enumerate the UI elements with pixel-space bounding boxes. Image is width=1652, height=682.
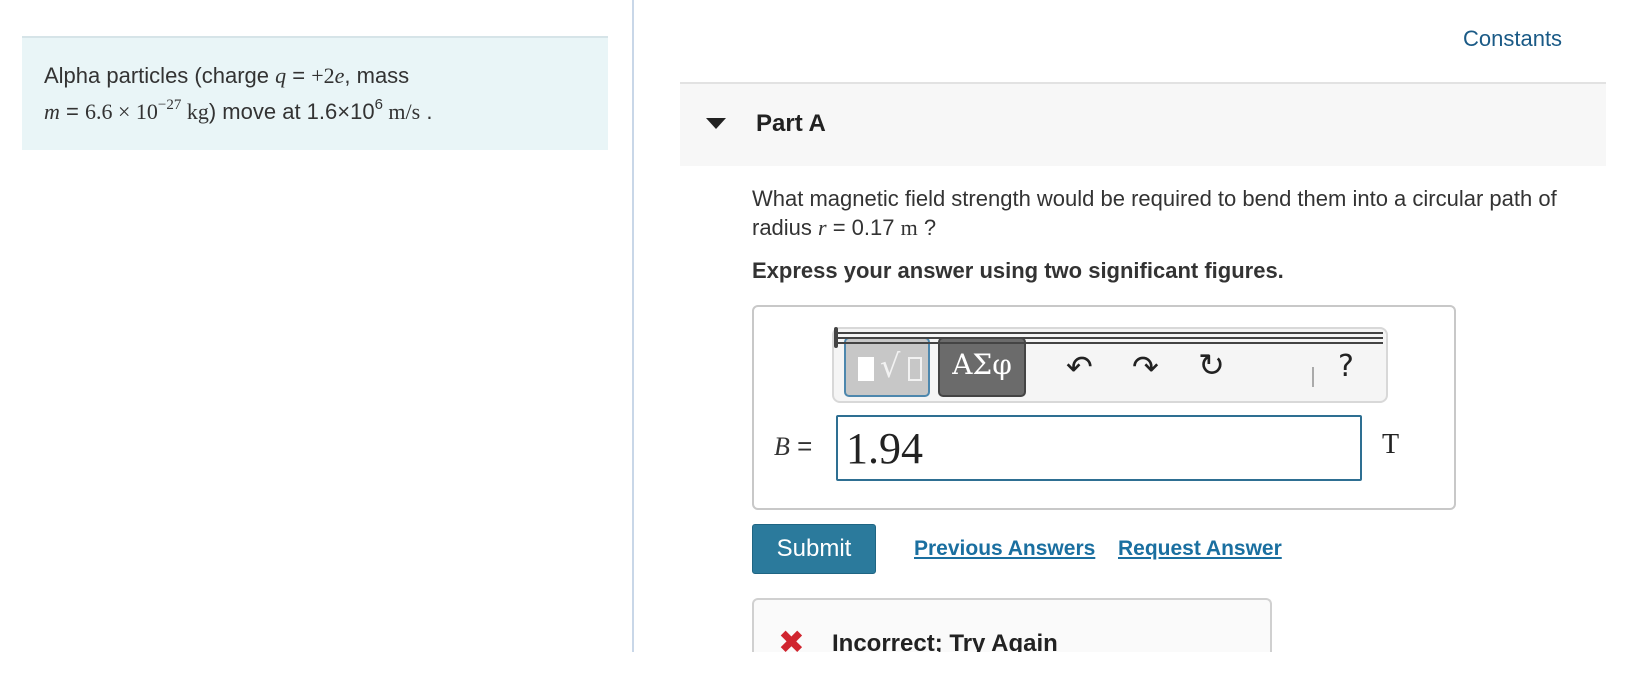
elementary-charge-symbol: e: [334, 63, 345, 88]
constants-link[interactable]: Constants: [1463, 26, 1562, 52]
mass-value: 6.6 × 10: [84, 99, 158, 124]
equals-sign: =: [286, 63, 312, 88]
submit-button[interactable]: Submit: [752, 524, 876, 574]
mass-unit: kg: [181, 99, 209, 124]
answer-variable-label: B =: [774, 431, 812, 462]
radius-unit: m: [900, 215, 918, 240]
mass-exponent: −27: [157, 96, 182, 113]
keyboard-icon[interactable]: [834, 327, 1383, 348]
symbols-button[interactable]: ΑΣφ: [938, 337, 1026, 397]
problem-line-1: Alpha particles (charge q = +2e, mass: [44, 58, 586, 94]
charge-value: +2: [311, 63, 335, 88]
speed-exponent: 6: [374, 95, 383, 113]
answer-input[interactable]: [836, 415, 1362, 481]
problem-text-end: .: [420, 99, 433, 124]
previous-answers-link[interactable]: Previous Answers: [914, 537, 1095, 561]
answer-instruction: Express your answer using two significan…: [752, 258, 1284, 283]
templates-icon: [858, 357, 874, 381]
radius-symbol: r: [818, 215, 827, 240]
page-bottom-margin: [0, 652, 1652, 682]
radius-value: = 0.17: [826, 215, 901, 240]
part-a-header[interactable]: Part A: [680, 82, 1606, 166]
placeholder-box-icon: [908, 357, 922, 381]
column-divider: [632, 0, 634, 652]
incorrect-x-icon: ✖: [778, 624, 805, 652]
math-toolbar: √ ΑΣφ ↶ ↷ ↻ ?: [832, 327, 1388, 403]
undo-icon[interactable]: ↶: [1066, 351, 1093, 383]
problem-text-mass: , mass: [344, 63, 410, 88]
problem-line-2: m = 6.6 × 10−27 kg) move at 1.6×106 m/s …: [44, 94, 586, 130]
radical-icon: √: [880, 347, 901, 385]
part-title: Part A: [756, 110, 826, 137]
help-icon[interactable]: ?: [1338, 351, 1354, 383]
toolbar-separator: [1312, 367, 1314, 387]
feedback-message: Incorrect; Try Again: [832, 630, 1058, 652]
question-text: What magnetic field strength would be re…: [752, 184, 1612, 242]
variable-equals: =: [789, 431, 813, 461]
speed-unit: m/s: [382, 99, 421, 124]
problem-statement: Alpha particles (charge q = +2e, mass m …: [22, 36, 608, 150]
equals-sign: =: [59, 99, 85, 124]
templates-button[interactable]: √: [844, 337, 930, 397]
caret-down-icon[interactable]: [706, 118, 726, 129]
request-answer-link[interactable]: Request Answer: [1118, 537, 1282, 561]
mass-symbol: m: [44, 99, 60, 124]
redo-icon[interactable]: ↷: [1132, 351, 1159, 383]
problem-text-prefix: Alpha particles (charge: [44, 63, 276, 88]
feedback-panel: ✖ Incorrect; Try Again: [752, 598, 1272, 652]
variable-symbol: B: [774, 432, 790, 461]
charge-symbol: q: [275, 63, 287, 88]
answer-unit: T: [1382, 429, 1400, 460]
problem-text-speed: ) move at 1.6×10: [208, 99, 375, 124]
question-end: ?: [917, 215, 937, 240]
answer-panel: √ ΑΣφ ↶ ↷ ↻ ? B = T: [752, 305, 1456, 510]
reset-icon[interactable]: ↻: [1198, 349, 1225, 381]
